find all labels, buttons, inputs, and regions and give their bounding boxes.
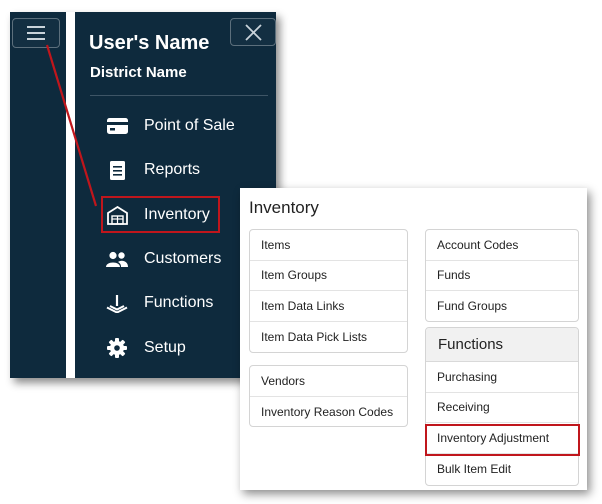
list-item[interactable]: Item Data Pick Lists (250, 322, 407, 353)
panel-title: Inventory (249, 198, 319, 217)
hamburger-icon (27, 26, 45, 40)
list-item[interactable]: Items (250, 230, 407, 261)
accounts-card: Account Codes Funds Fund Groups (425, 229, 579, 322)
list-item[interactable]: Receiving (426, 393, 578, 423)
navigation-menu: User's Name District Name Point of Sale … (10, 12, 276, 378)
list-item[interactable]: Funds (426, 261, 578, 291)
list-item[interactable]: Item Groups (250, 261, 407, 291)
collapsed-nav-strip (10, 12, 66, 378)
nav-item-label: Reports (144, 161, 201, 178)
list-item[interactable]: Vendors (250, 366, 407, 397)
credit-card-icon (106, 115, 128, 137)
items-card: Items Item Groups Item Data Links Item D… (249, 229, 408, 353)
functions-card: Functions Purchasing Receiving Inventory… (425, 327, 579, 486)
inventory-adjustment-highlight-box (425, 424, 580, 456)
functions-header: Functions (426, 328, 578, 362)
district-name: District Name (90, 64, 187, 81)
nav-item-functions[interactable]: Functions (106, 290, 213, 316)
nav-item-label: Setup (144, 339, 186, 356)
inventory-highlight-box (101, 196, 220, 233)
inventory-panel: Inventory Items Item Groups Item Data Li… (240, 188, 587, 490)
nav-item-point-of-sale[interactable]: Point of Sale (106, 113, 235, 139)
joystick-icon (106, 292, 128, 314)
hamburger-menu-button[interactable] (12, 18, 60, 48)
vendors-card: Vendors Inventory Reason Codes (249, 365, 408, 427)
list-item[interactable]: Item Data Links (250, 291, 407, 322)
people-icon (106, 248, 128, 270)
list-item[interactable]: Account Codes (426, 230, 578, 261)
nav-item-customers[interactable]: Customers (106, 246, 221, 272)
nav-item-setup[interactable]: Setup (106, 335, 186, 361)
list-item[interactable]: Inventory Reason Codes (250, 397, 407, 427)
nav-item-reports[interactable]: Reports (106, 157, 200, 183)
close-menu-button[interactable] (230, 18, 276, 46)
document-icon (106, 159, 128, 181)
list-item[interactable]: Purchasing (426, 362, 578, 393)
close-icon (245, 24, 262, 41)
nav-divider (66, 12, 75, 378)
list-item[interactable]: Fund Groups (426, 291, 578, 321)
gear-icon (106, 337, 128, 359)
nav-item-label: Functions (144, 294, 214, 311)
nav-item-label: Customers (144, 250, 222, 267)
user-separator (90, 95, 268, 96)
nav-item-label: Point of Sale (144, 117, 235, 134)
user-name: User's Name (89, 32, 210, 54)
list-item[interactable]: Bulk Item Edit (426, 454, 578, 485)
